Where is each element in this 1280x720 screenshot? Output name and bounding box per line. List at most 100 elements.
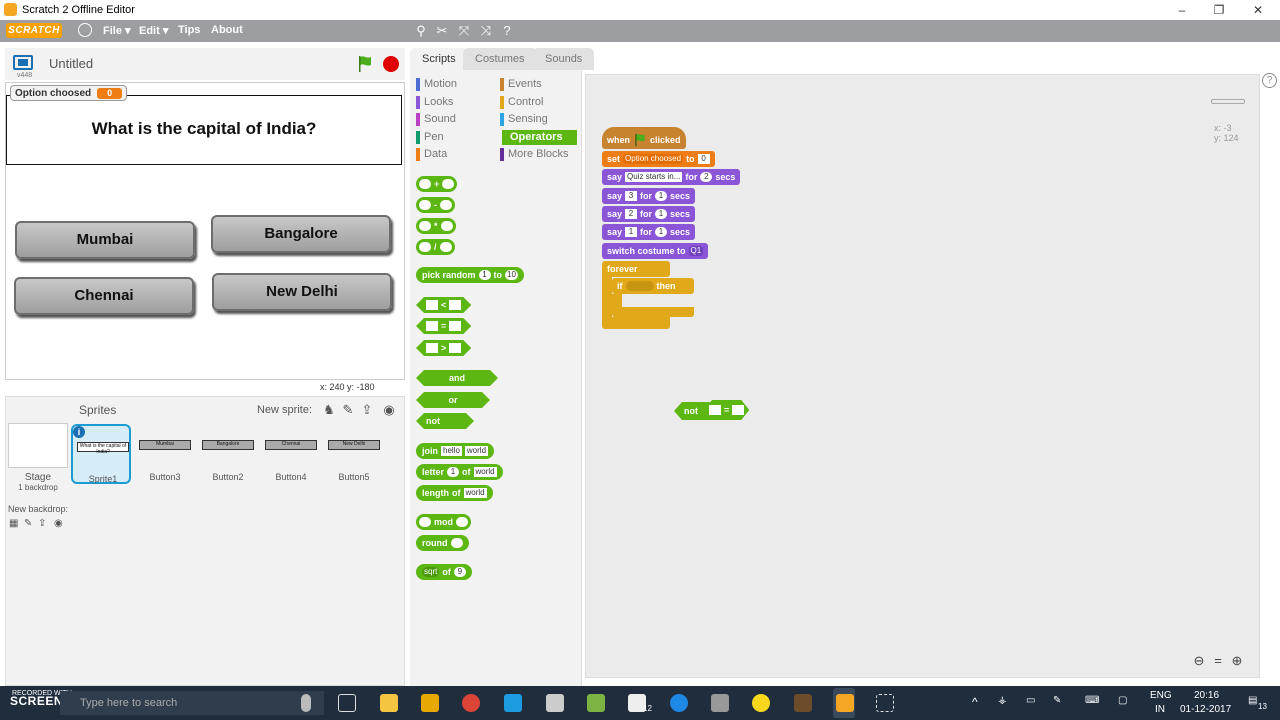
sprite-tile-sprite1[interactable]: i What is the capital of India? Sprite1: [71, 424, 131, 484]
block-pick-random[interactable]: pick random 1 to 10: [416, 267, 524, 283]
notification-icon[interactable]: ▤: [1248, 695, 1257, 706]
block-switch-costume[interactable]: switch costume to Q1: [602, 243, 709, 259]
tab-costumes[interactable]: Costumes: [463, 48, 537, 70]
sqrt-dropdown[interactable]: sqrt: [422, 567, 440, 577]
block-not[interactable]: not: [416, 413, 474, 429]
menu-about[interactable]: About: [211, 24, 243, 36]
upload-backdrop-icon[interactable]: ⇪: [38, 518, 50, 530]
minecraft-icon[interactable]: [794, 694, 812, 712]
grow-tool-icon[interactable]: ⤧: [456, 23, 472, 39]
input-slot[interactable]: 2: [625, 209, 638, 219]
clock-date[interactable]: 01-12-2017: [1180, 704, 1231, 715]
condition-slot[interactable]: [625, 281, 654, 291]
upload-sprite-icon[interactable]: ⇪: [359, 402, 375, 418]
block-round[interactable]: round: [416, 535, 469, 551]
tab-scripts[interactable]: Scripts: [410, 48, 468, 70]
input-slot[interactable]: 2: [700, 172, 713, 182]
input-slot[interactable]: 9: [453, 567, 466, 577]
camera-sprite-icon[interactable]: ◉: [381, 402, 397, 418]
category-events[interactable]: Events: [500, 77, 542, 92]
script-area[interactable]: when clicked set Option choosed to 0 say…: [585, 74, 1260, 678]
input-slot[interactable]: world: [463, 488, 487, 498]
block-if-then[interactable]: if then: [612, 278, 694, 294]
block-and[interactable]: and: [416, 370, 498, 386]
input-slot[interactable]: 1: [655, 209, 668, 219]
input-slot[interactable]: 1: [655, 227, 668, 237]
category-sensing[interactable]: Sensing: [500, 112, 548, 127]
category-data[interactable]: Data: [416, 147, 447, 162]
keyboard-icon[interactable]: ⌨: [1085, 695, 1099, 706]
info-icon[interactable]: i: [73, 426, 85, 438]
input-slot[interactable]: 1: [478, 270, 491, 280]
scratch-taskbar-icon[interactable]: [836, 694, 854, 712]
costume-dropdown[interactable]: Q1: [688, 246, 704, 256]
menu-file[interactable]: File ▾: [103, 24, 131, 37]
battery-icon[interactable]: ▭: [1026, 695, 1035, 706]
sprite-tile-button4[interactable]: Chennai Button4: [261, 424, 321, 484]
block-say-for-secs[interactable]: say Quiz starts in... for 2 secs: [602, 169, 741, 185]
norton-icon[interactable]: [752, 694, 770, 712]
block-equals[interactable]: =: [416, 318, 471, 334]
block-add[interactable]: +: [416, 176, 458, 192]
answer-bangalore[interactable]: Bangalore: [211, 215, 391, 253]
block-set-variable[interactable]: set Option choosed to 0: [602, 151, 715, 167]
input-slot[interactable]: hello: [441, 446, 462, 456]
block-subtract[interactable]: -: [416, 197, 455, 213]
block-less-than[interactable]: <: [416, 297, 471, 313]
category-sound[interactable]: Sound: [416, 112, 456, 127]
app-tools-icon[interactable]: [711, 694, 729, 712]
block-greater-than[interactable]: >: [416, 340, 471, 356]
zoom-reset-icon[interactable]: =: [1210, 653, 1226, 669]
taskbar-search[interactable]: Type here to search: [60, 691, 324, 715]
block-multiply[interactable]: *: [416, 218, 456, 234]
block-forever[interactable]: forever: [602, 261, 670, 277]
menu-edit[interactable]: Edit ▾: [139, 24, 168, 37]
block-or[interactable]: or: [416, 392, 490, 408]
sprite-tile-button3[interactable]: Mumbai Button3: [135, 424, 195, 484]
app-mic-icon[interactable]: [546, 694, 564, 712]
stage-thumbnail[interactable]: [8, 423, 68, 468]
fullscreen-icon[interactable]: [13, 55, 33, 70]
category-looks[interactable]: Looks: [416, 95, 453, 110]
menu-tips[interactable]: Tips: [178, 24, 200, 36]
delete-tool-icon[interactable]: ✂: [434, 23, 450, 39]
category-motion[interactable]: Motion: [416, 77, 457, 92]
block-divide[interactable]: /: [416, 239, 455, 255]
language-in[interactable]: IN: [1155, 704, 1165, 715]
duplicate-tool-icon[interactable]: ⚲: [413, 23, 429, 39]
paint-backdrop-icon[interactable]: ✎: [24, 518, 36, 530]
block-say-1-for-secs[interactable]: say 1 for 1 secs: [602, 224, 696, 240]
block-letter-of[interactable]: letter 1 of world: [416, 464, 503, 480]
block-say-2-for-secs[interactable]: say 2 for 1 secs: [602, 206, 696, 222]
answer-mumbai[interactable]: Mumbai: [15, 221, 195, 259]
stage[interactable]: What is the capital of India? Option cho…: [5, 82, 405, 380]
app-stack-icon[interactable]: [587, 694, 605, 712]
project-name[interactable]: Untitled: [49, 56, 93, 71]
category-pen[interactable]: Pen: [416, 130, 444, 145]
shrink-tool-icon[interactable]: ⤨: [478, 23, 494, 39]
input-slot[interactable]: 0: [697, 154, 710, 164]
task-view-icon[interactable]: [338, 694, 356, 712]
stop-icon[interactable]: [383, 56, 399, 72]
input-slot[interactable]: 10: [505, 270, 518, 280]
backdrop-library-icon[interactable]: ▦: [9, 518, 21, 530]
close-button[interactable]: ✕: [1243, 2, 1273, 18]
block-mod[interactable]: mod: [416, 514, 471, 530]
zoom-in-icon[interactable]: ⊕: [1229, 653, 1245, 669]
sprite-tile-button5[interactable]: New Delhi Button5: [324, 424, 384, 484]
help-tool-icon[interactable]: ?: [499, 23, 515, 39]
input-slot[interactable]: world: [464, 446, 489, 456]
tray-chevron-icon[interactable]: ^: [972, 695, 978, 709]
help-icon[interactable]: ?: [1262, 73, 1277, 88]
category-control[interactable]: Control: [500, 95, 543, 110]
camera-backdrop-icon[interactable]: ◉: [54, 518, 66, 530]
input-slot[interactable]: 1: [655, 191, 668, 201]
block-say-3-for-secs[interactable]: say 3 for 1 secs: [602, 188, 696, 204]
network-icon[interactable]: ⚶: [998, 695, 1007, 706]
globe-icon[interactable]: [78, 23, 92, 37]
category-operators[interactable]: Operators: [502, 130, 577, 145]
input-slot[interactable]: world: [473, 467, 497, 477]
input-slot[interactable]: 1: [447, 467, 460, 477]
app-n-icon[interactable]: [504, 694, 522, 712]
block-length-of[interactable]: length of world: [416, 485, 493, 501]
